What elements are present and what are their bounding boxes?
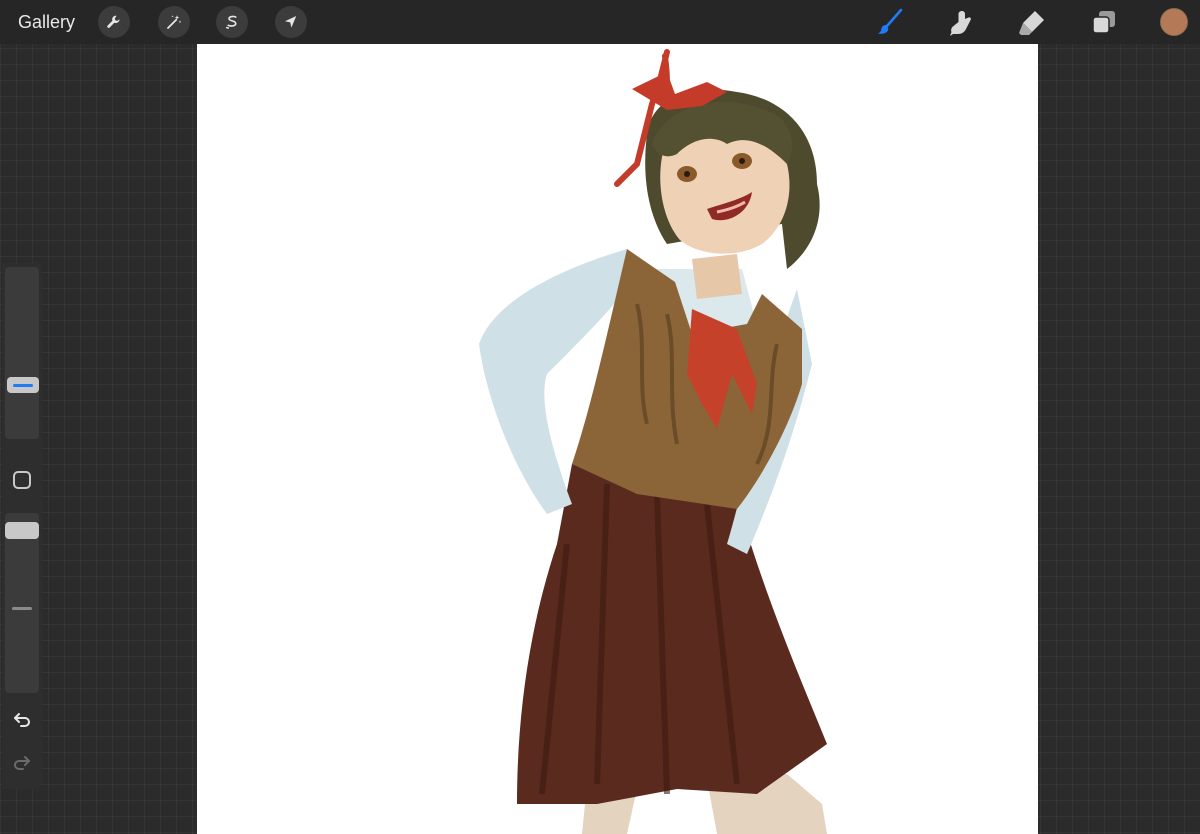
redo-icon[interactable] [11,752,33,774]
magic-wand-icon[interactable] [158,6,190,38]
opacity-slider-icon[interactable] [5,522,39,539]
eraser-icon[interactable] [1016,6,1048,38]
drawing-canvas[interactable] [197,44,1038,834]
brush-icon[interactable] [874,6,906,38]
left-sidebar [2,263,42,789]
size-slider-icon[interactable] [7,377,39,393]
undo-icon[interactable] [11,709,33,731]
smudge-icon[interactable] [945,6,977,38]
wrench-icon[interactable] [98,6,130,38]
arrow-cursor-icon[interactable] [275,6,307,38]
color-swatch[interactable] [1160,8,1188,36]
opacity-slider[interactable] [5,513,39,693]
selection-s-icon[interactable] [216,6,248,38]
top-toolbar: Gallery [0,0,1200,44]
illustration-girl-icon [479,49,827,834]
square-icon[interactable] [13,471,31,489]
size-handle-indicator [13,383,33,387]
layers-icon[interactable] [1088,6,1120,38]
brush-size-slider[interactable] [5,267,39,439]
gallery-button[interactable]: Gallery [18,11,75,33]
opacity-marker [12,607,32,610]
